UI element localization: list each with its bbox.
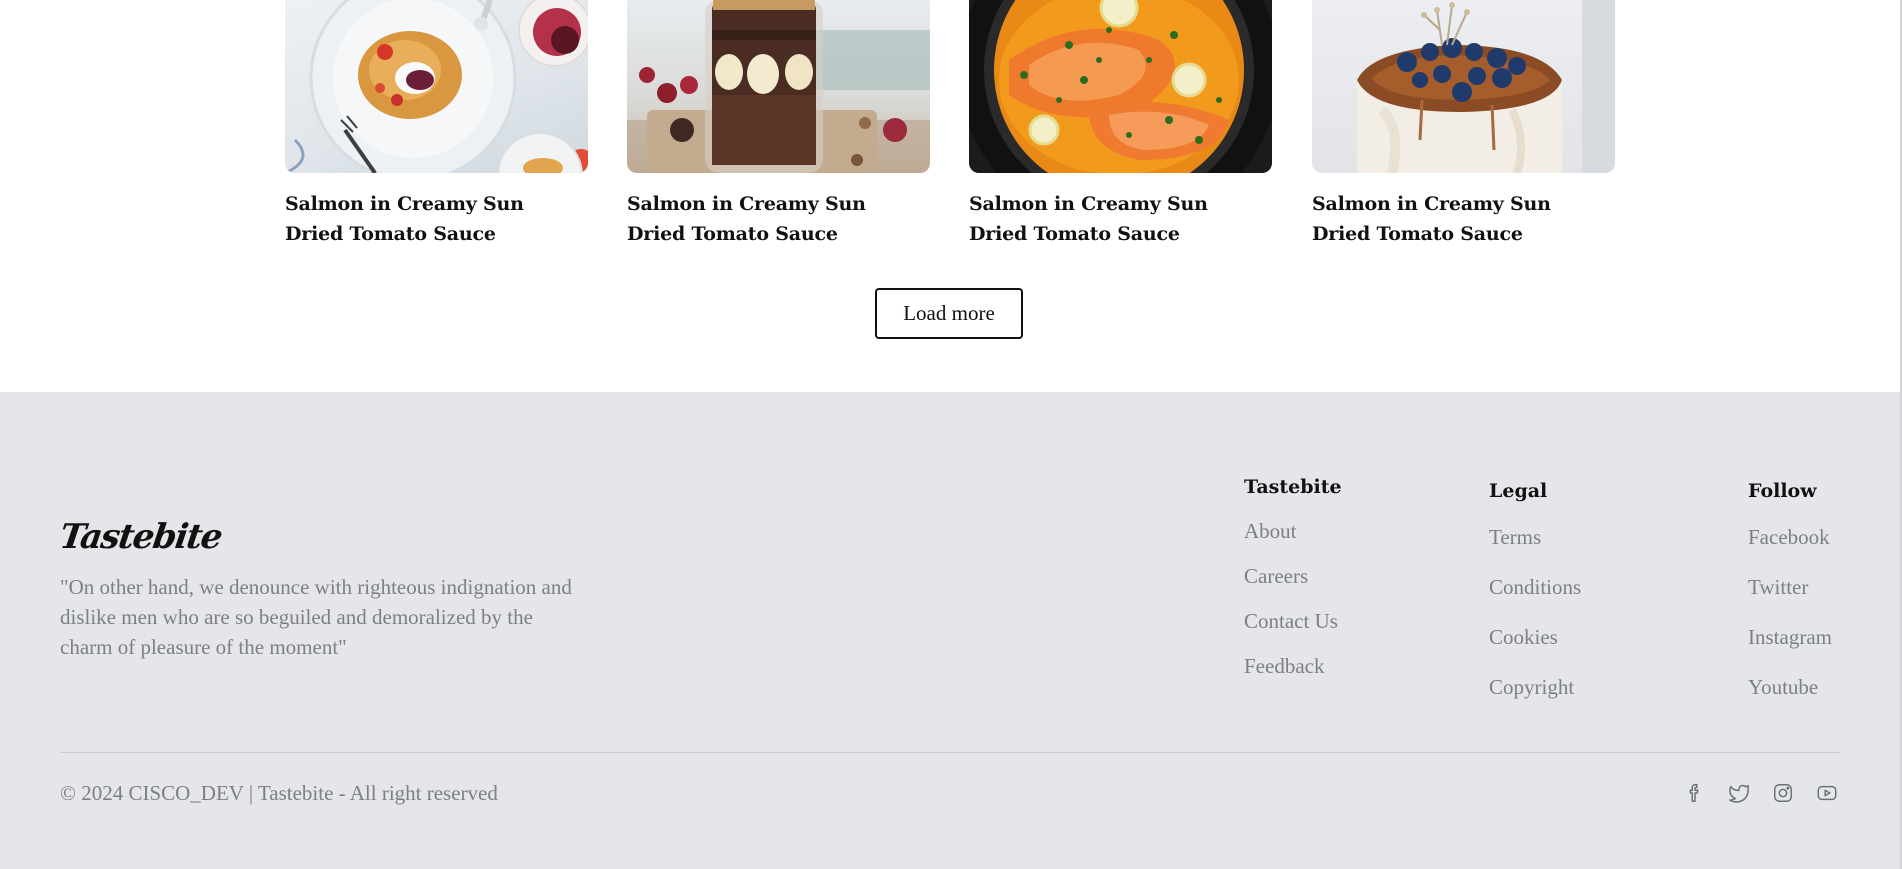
recipe-grid-section: Salmon in Creamy Sun Dried Tomato Sauce (0, 0, 1902, 392)
copyright-text: © 2024 CISCO_DEV | Tastebite - All right… (60, 781, 498, 805)
recipe-title[interactable]: Salmon in Creamy Sun Dried Tomato Sauce (285, 189, 588, 249)
recipe-title[interactable]: Salmon in Creamy Sun Dried Tomato Sauce (627, 189, 930, 249)
footer-heading-follow: Follow (1748, 480, 1817, 502)
footer-link-feedback[interactable]: Feedback (1244, 651, 1354, 681)
recipe-image-salmon-pan[interactable] (969, 0, 1272, 173)
instagram-icon[interactable] (1772, 782, 1794, 804)
brand-quote: "On other hand, we denounce with righteo… (60, 575, 572, 659)
footer-link-twitter[interactable]: Twitter (1748, 572, 1832, 602)
footer-heading-legal: Legal (1489, 480, 1548, 502)
recipe-title[interactable]: Salmon in Creamy Sun Dried Tomato Sauce (969, 189, 1272, 249)
recipe-title[interactable]: Salmon in Creamy Sun Dried Tomato Sauce (1312, 189, 1615, 249)
footer-column-follow: Follow Facebook Twitter Instagram Youtub… (1748, 480, 1832, 722)
footer-column-tastebite: Tastebite About Careers Contact Us Feedb… (1244, 476, 1354, 696)
recipe-card[interactable]: Salmon in Creamy Sun Dried Tomato Sauce (1312, 0, 1615, 249)
recipe-card[interactable]: Salmon in Creamy Sun Dried Tomato Sauce (969, 0, 1272, 249)
site-footer: Tastebite "On other hand, we denounce wi… (0, 392, 1900, 869)
facebook-icon[interactable] (1684, 782, 1706, 804)
footer-heading-tastebite: Tastebite (1244, 476, 1342, 498)
load-more-button[interactable]: Load more (875, 288, 1023, 339)
footer-link-instagram[interactable]: Instagram (1748, 622, 1832, 652)
footer-link-terms[interactable]: Terms (1489, 522, 1581, 552)
tastebite-logo[interactable]: Tastebite (57, 517, 224, 557)
recipe-card[interactable]: Salmon in Creamy Sun Dried Tomato Sauce (627, 0, 930, 249)
social-icons (1684, 782, 1838, 804)
twitter-icon[interactable] (1728, 782, 1750, 804)
recipe-image-blueberry-cake[interactable] (1312, 0, 1615, 173)
footer-divider (60, 752, 1840, 753)
footer-link-careers[interactable]: Careers (1244, 561, 1354, 591)
footer-link-cookies[interactable]: Cookies (1489, 622, 1581, 652)
footer-link-copyright[interactable]: Copyright (1489, 672, 1581, 702)
recipe-image-pancakes[interactable] (285, 0, 588, 173)
youtube-icon[interactable] (1816, 782, 1838, 804)
footer-link-youtube[interactable]: Youtube (1748, 672, 1832, 702)
footer-link-about[interactable]: About (1244, 516, 1354, 546)
footer-link-conditions[interactable]: Conditions (1489, 572, 1581, 602)
footer-link-contact-us[interactable]: Contact Us (1244, 606, 1354, 636)
footer-column-legal: Legal Terms Conditions Cookies Copyright (1489, 480, 1581, 722)
recipe-image-chocolate-jar[interactable] (627, 0, 930, 173)
footer-link-facebook[interactable]: Facebook (1748, 522, 1832, 552)
recipe-card[interactable]: Salmon in Creamy Sun Dried Tomato Sauce (285, 0, 588, 249)
